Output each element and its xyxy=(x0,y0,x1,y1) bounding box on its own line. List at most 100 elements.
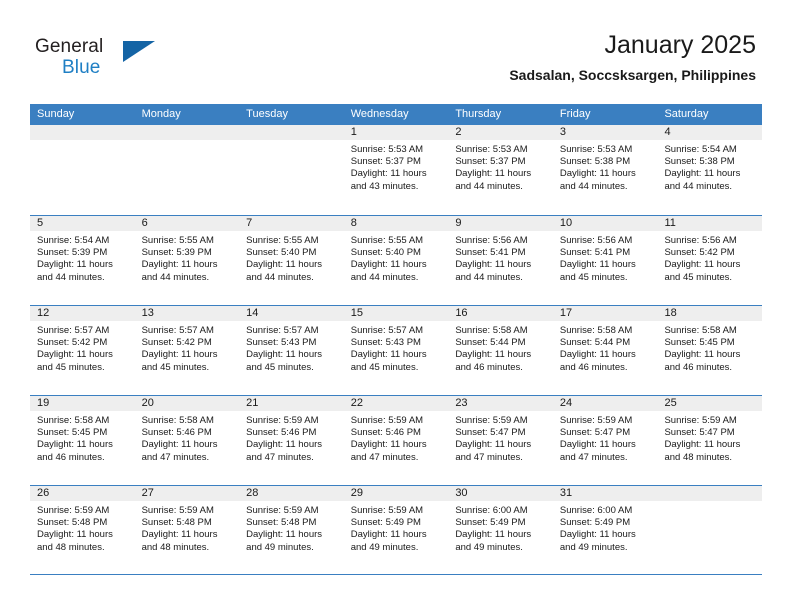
sunset-time: Sunset: 5:47 PM xyxy=(664,427,735,439)
day-cell[interactable]: 23 Sunrise: 5:59 AM Sunset: 5:47 PM Dayligh… xyxy=(448,396,553,485)
sunrise-time: Sunrise: 5:59 AM xyxy=(37,505,110,516)
sunrise-time: Sunrise: 5:58 AM xyxy=(141,415,214,426)
daylight-duration: Daylight: 11 hours and 47 minutes. xyxy=(559,439,636,463)
day-cell[interactable]: 25 Sunrise: 5:59 AM Sunset: 5:47 PM Dayligh… xyxy=(657,396,763,485)
day-cell[interactable]: 20 Sunrise: 5:58 AM Sunset: 5:46 PM Dayligh… xyxy=(134,396,240,485)
day-number: 12 xyxy=(30,306,135,321)
sunset-time: Sunset: 5:46 PM xyxy=(246,427,317,439)
sunset-time: Sunset: 5:37 PM xyxy=(455,156,526,168)
day-cell[interactable]: 26 Sunrise: 5:59 AM Sunset: 5:48 PM Dayligh… xyxy=(30,486,135,574)
day-cell[interactable]: 22 Sunrise: 5:59 AM Sunset: 5:46 PM Dayligh… xyxy=(343,396,449,485)
day-number: 14 xyxy=(239,306,344,321)
day-cell[interactable]: 9 Sunrise: 5:56 AM Sunset: 5:41 PM Daylight… xyxy=(448,216,553,305)
sunset-time: Sunset: 5:47 PM xyxy=(455,427,526,439)
day-sun-info: Sunrise: 5:59 AM Sunset: 5:47 PM Daylight:… xyxy=(448,411,553,464)
day-sun-info: Sunrise: 5:55 AM Sunset: 5:40 PM Daylight:… xyxy=(344,231,449,284)
day-sun-info: Sunrise: 5:56 AM Sunset: 5:42 PM Daylight:… xyxy=(657,231,762,284)
daylight-duration: Daylight: 11 hours and 48 minutes. xyxy=(37,529,113,553)
daylight-duration: Daylight: 11 hours and 49 minutes. xyxy=(455,529,532,553)
sunrise-time: Sunrise: 5:59 AM xyxy=(246,415,319,426)
day-cell[interactable]: 2 Sunrise: 5:53 AM Sunset: 5:37 PM Daylight… xyxy=(448,125,553,215)
day-sun-info: Sunrise: 6:00 AM Sunset: 5:49 PM Daylight:… xyxy=(553,501,658,554)
day-number xyxy=(134,125,240,140)
sunset-time: Sunset: 5:42 PM xyxy=(37,337,108,349)
daylight-duration: Daylight: 11 hours and 45 minutes. xyxy=(664,259,741,283)
sunrise-time: Sunrise: 5:59 AM xyxy=(246,505,319,516)
sunrise-time: Sunrise: 5:53 AM xyxy=(559,144,633,155)
calendar-week-row: 1 Sunrise: 5:53 AM Sunset: 5:37 PM Daylight… xyxy=(30,125,763,215)
sunset-time: Sunset: 5:42 PM xyxy=(664,247,735,259)
sunrise-time: Sunrise: 5:57 AM xyxy=(37,325,110,336)
daylight-duration: Daylight: 11 hours and 46 minutes. xyxy=(455,349,532,373)
daylight-duration: Daylight: 11 hours and 47 minutes. xyxy=(455,439,532,463)
sunset-time: Sunset: 5:49 PM xyxy=(559,517,631,529)
day-number: 22 xyxy=(343,396,449,411)
day-cell[interactable]: 28 Sunrise: 5:59 AM Sunset: 5:48 PM Dayligh… xyxy=(239,486,344,574)
daylight-duration: Daylight: 11 hours and 46 minutes. xyxy=(559,349,636,373)
daylight-duration: Daylight: 11 hours and 49 minutes. xyxy=(350,529,427,553)
day-sun-info: Sunrise: 5:55 AM Sunset: 5:39 PM Daylight:… xyxy=(135,231,240,284)
calendar-grid: Sunday Monday Tuesday Wednesday Thursday Frid… xyxy=(30,104,763,575)
day-number: 6 xyxy=(134,216,240,231)
day-cell[interactable]: 1 Sunrise: 5:53 AM Sunset: 5:37 PM Daylight… xyxy=(343,125,449,215)
day-cell[interactable]: 29 Sunrise: 5:59 AM Sunset: 5:49 PM Dayligh… xyxy=(343,486,449,574)
sunrise-time: Sunrise: 5:55 AM xyxy=(246,235,319,246)
weekday-header-monday: Monday xyxy=(141,108,181,120)
day-cell[interactable]: 12 Sunrise: 5:57 AM Sunset: 5:42 PM Dayligh… xyxy=(30,306,135,395)
day-cell[interactable]: 18 Sunrise: 5:58 AM Sunset: 5:45 PM Dayligh… xyxy=(657,306,763,395)
day-number: 27 xyxy=(134,486,240,501)
calendar-week-row: 12 Sunrise: 5:57 AM Sunset: 5:42 PM Dayligh… xyxy=(30,305,763,395)
sunset-time: Sunset: 5:43 PM xyxy=(350,337,421,349)
day-sun-info: Sunrise: 5:59 AM Sunset: 5:47 PM Daylight:… xyxy=(553,411,658,464)
daylight-duration: Daylight: 11 hours and 44 minutes. xyxy=(455,168,532,192)
daylight-duration: Daylight: 11 hours and 47 minutes. xyxy=(350,439,427,463)
sunset-time: Sunset: 5:40 PM xyxy=(246,247,317,259)
day-sun-info: Sunrise: 5:59 AM Sunset: 5:47 PM Daylight:… xyxy=(657,411,762,464)
sunset-time: Sunset: 5:45 PM xyxy=(37,427,108,439)
day-cell[interactable]: 4 Sunrise: 5:54 AM Sunset: 5:38 PM Daylight… xyxy=(657,125,763,215)
day-cell[interactable]: 14 Sunrise: 5:57 AM Sunset: 5:43 PM Dayligh… xyxy=(239,306,344,395)
daylight-duration: Daylight: 11 hours and 48 minutes. xyxy=(664,439,741,463)
sunset-time: Sunset: 5:42 PM xyxy=(141,337,212,349)
day-cell[interactable]: 13 Sunrise: 5:57 AM Sunset: 5:42 PM Dayligh… xyxy=(134,306,240,395)
sunset-time: Sunset: 5:39 PM xyxy=(37,247,108,259)
day-number: 1 xyxy=(343,125,449,140)
day-sun-info: Sunrise: 5:54 AM Sunset: 5:38 PM Daylight:… xyxy=(657,140,762,193)
day-cell[interactable]: 21 Sunrise: 5:59 AM Sunset: 5:46 PM Dayligh… xyxy=(239,396,344,485)
page-subtitle: Sadsalan, Soccsksargen, Philippines xyxy=(509,67,756,83)
daylight-duration: Daylight: 11 hours and 49 minutes. xyxy=(559,529,636,553)
day-sun-info: Sunrise: 5:55 AM Sunset: 5:40 PM Daylight:… xyxy=(239,231,344,284)
day-cell-empty xyxy=(30,125,135,215)
sunrise-time: Sunrise: 5:57 AM xyxy=(246,325,319,336)
day-cell[interactable]: 6 Sunrise: 5:55 AM Sunset: 5:39 PM Daylight… xyxy=(134,216,240,305)
day-cell[interactable]: 11 Sunrise: 5:56 AM Sunset: 5:42 PM Dayligh… xyxy=(657,216,763,305)
day-number: 30 xyxy=(448,486,553,501)
day-cell[interactable]: 15 Sunrise: 5:57 AM Sunset: 5:43 PM Dayligh… xyxy=(343,306,449,395)
weekday-header-thursday: Thursday xyxy=(455,108,502,120)
day-cell-empty xyxy=(134,125,240,215)
brand-logo[interactable]: General Blue xyxy=(35,36,165,84)
day-number xyxy=(657,486,763,501)
day-cell[interactable]: 7 Sunrise: 5:55 AM Sunset: 5:40 PM Daylight… xyxy=(239,216,344,305)
day-cell[interactable]: 24 Sunrise: 5:59 AM Sunset: 5:47 PM Dayligh… xyxy=(552,396,658,485)
day-sun-info: Sunrise: 5:59 AM Sunset: 5:46 PM Daylight:… xyxy=(239,411,344,464)
day-cell[interactable]: 3 Sunrise: 5:53 AM Sunset: 5:38 PM Daylight… xyxy=(552,125,658,215)
day-cell[interactable]: 31 Sunrise: 6:00 AM Sunset: 5:49 PM Dayligh… xyxy=(552,486,658,574)
day-number: 17 xyxy=(552,306,658,321)
daylight-duration: Daylight: 11 hours and 49 minutes. xyxy=(246,529,323,553)
day-number: 2 xyxy=(448,125,553,140)
day-cell[interactable]: 30 Sunrise: 6:00 AM Sunset: 5:49 PM Dayligh… xyxy=(448,486,553,574)
daylight-duration: Daylight: 11 hours and 44 minutes. xyxy=(664,168,741,192)
day-cell[interactable]: 27 Sunrise: 5:59 AM Sunset: 5:48 PM Dayligh… xyxy=(134,486,240,574)
day-number: 9 xyxy=(448,216,553,231)
day-cell[interactable]: 8 Sunrise: 5:55 AM Sunset: 5:40 PM Daylight… xyxy=(343,216,449,305)
daylight-duration: Daylight: 11 hours and 44 minutes. xyxy=(246,259,323,283)
sunset-time: Sunset: 5:49 PM xyxy=(455,517,526,529)
day-cell[interactable]: 17 Sunrise: 5:58 AM Sunset: 5:44 PM Dayligh… xyxy=(552,306,658,395)
day-cell[interactable]: 5 Sunrise: 5:54 AM Sunset: 5:39 PM Daylight… xyxy=(30,216,135,305)
day-cell[interactable]: 19 Sunrise: 5:58 AM Sunset: 5:45 PM Dayligh… xyxy=(30,396,135,485)
day-cell[interactable]: 16 Sunrise: 5:58 AM Sunset: 5:44 PM Dayligh… xyxy=(448,306,553,395)
day-cell[interactable]: 10 Sunrise: 5:56 AM Sunset: 5:41 PM Dayligh… xyxy=(552,216,658,305)
sunrise-time: Sunrise: 5:55 AM xyxy=(350,235,424,246)
weekday-header-tuesday: Tuesday xyxy=(246,108,288,120)
